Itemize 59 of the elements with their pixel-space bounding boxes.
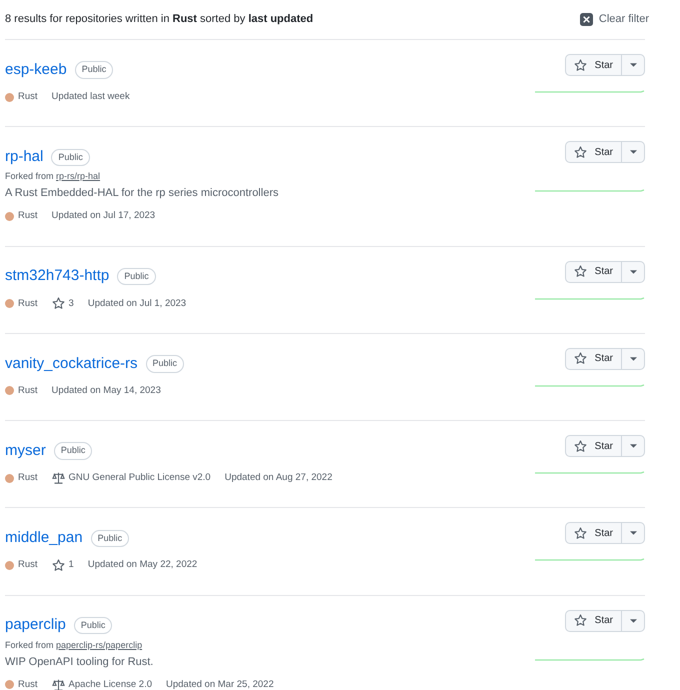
fork-label: Forked from <box>5 171 54 182</box>
updated-date: Updated on May 22, 2022 <box>88 558 198 572</box>
caret-icon <box>630 270 636 274</box>
star-icon <box>574 265 587 278</box>
visibility-label: Public <box>74 616 112 634</box>
star-icon <box>574 440 587 452</box>
language-label: Rust <box>18 471 38 485</box>
license-label: GNU General Public License v2.0 <box>68 471 211 485</box>
star-icon <box>574 146 587 159</box>
star-count[interactable]: 1 <box>68 558 74 572</box>
repo-name-link[interactable]: myser <box>5 440 46 462</box>
star-icon <box>574 58 587 72</box>
star-count[interactable]: 3 <box>68 296 74 311</box>
repo-name-link[interactable]: vanity_cockatrice-rs <box>5 352 138 375</box>
law-scale-icon <box>52 472 65 484</box>
repo-description: A Rust Embedded-HAL for the rp series microcontrollers <box>5 186 278 202</box>
updated-date: Updated on Jul 1, 2023 <box>88 296 186 310</box>
visibility-label: Public <box>117 268 156 286</box>
visibility-label: Public <box>90 530 130 547</box>
language-label: Rust <box>18 90 38 104</box>
star-icon <box>52 297 65 310</box>
fork-label: Forked from <box>5 640 54 650</box>
caret-icon <box>630 444 636 448</box>
visibility-label: Public <box>54 442 92 460</box>
updated-date: Updated on May 14, 2023 <box>52 384 161 398</box>
star-icon <box>574 614 587 627</box>
language-label: Rust <box>18 209 38 224</box>
star-icon <box>52 558 65 572</box>
updated-date: Updated on Aug 27, 2022 <box>224 471 332 485</box>
language-label: Rust <box>18 296 38 310</box>
updated-date: Updated on Jul 17, 2023 <box>52 209 156 224</box>
fork-source-link[interactable]: rp-rs/rp-hal <box>56 171 100 182</box>
star-icon <box>574 352 587 366</box>
repo-name-link[interactable]: esp-keeb <box>5 58 67 82</box>
language-label: Rust <box>18 558 38 572</box>
updated-date: Updated on Mar 25, 2022 <box>166 678 274 690</box>
repo-name-link[interactable]: paperclip <box>5 614 66 637</box>
updated-date: Updated last week <box>52 90 130 104</box>
visibility-label: Public <box>146 355 184 372</box>
caret-icon <box>630 618 636 622</box>
caret-icon <box>630 356 636 361</box>
language-label: Rust <box>18 384 38 398</box>
repo-description: WIP OpenAPI tooling for Rust. <box>5 654 154 670</box>
language-label: Rust <box>18 678 38 690</box>
license-label: Apache License 2.0 <box>68 678 152 690</box>
repo-name-link[interactable]: middle_pan <box>5 527 83 550</box>
visibility-label: Public <box>74 61 114 79</box>
caret-icon <box>630 150 636 154</box>
visibility-label: Public <box>51 148 90 166</box>
caret-icon <box>630 531 636 536</box>
star-icon <box>574 526 587 540</box>
law-scale-icon <box>52 678 65 690</box>
fork-source-link[interactable]: paperclip-rs/paperclip <box>56 640 142 650</box>
repo-name-link[interactable]: rp-hal <box>5 146 44 168</box>
results-summary: 8 results for repositories written in Rust sorted by last updated <box>5 12 314 28</box>
clear-filter-button[interactable]: Clear filter <box>580 11 649 28</box>
caret-icon <box>630 63 636 67</box>
repo-name-link[interactable]: stm32h743-http <box>5 265 110 288</box>
close-icon <box>580 13 593 26</box>
